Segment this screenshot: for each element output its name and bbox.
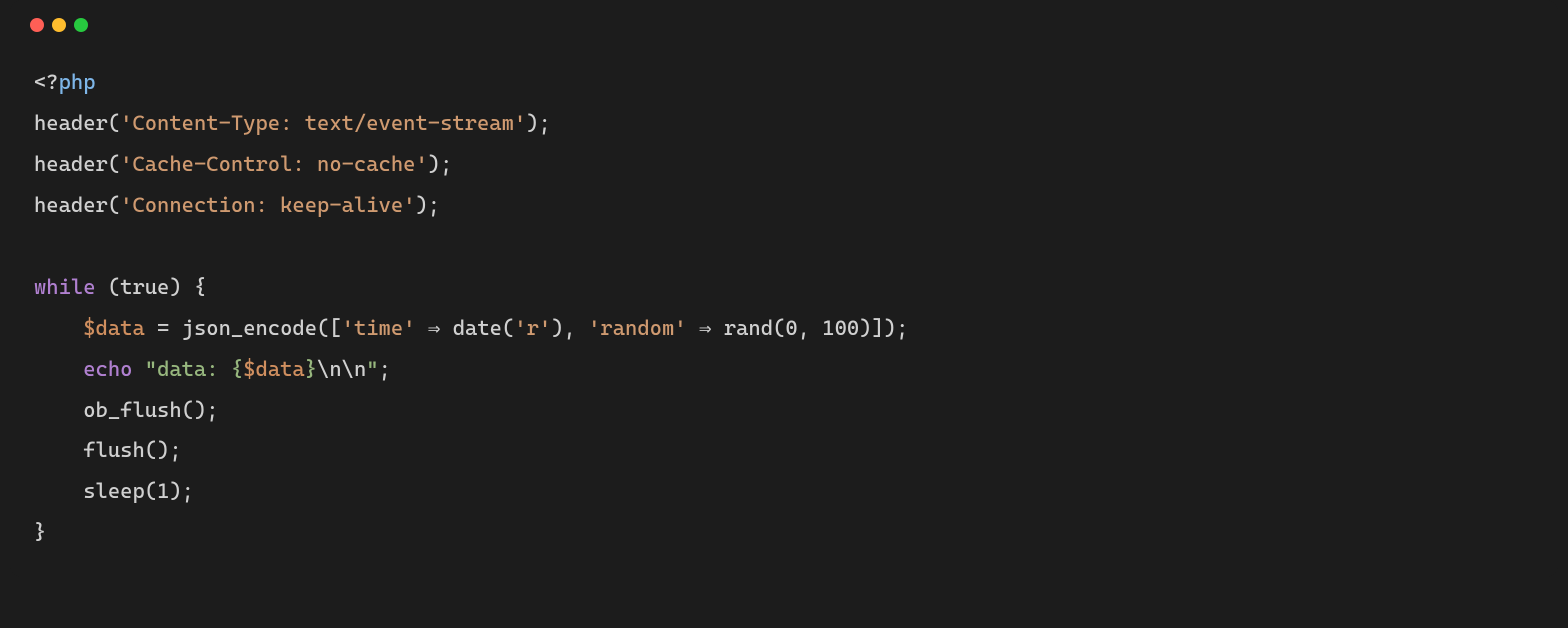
maximize-icon[interactable]: [74, 18, 88, 32]
kw-echo: echo: [83, 357, 132, 381]
array-open: ([: [317, 316, 342, 340]
string-time-key: 'time': [342, 316, 416, 340]
paren-close: ): [859, 316, 871, 340]
php-open-bracket: <?: [34, 70, 59, 94]
stmt-tail: );: [169, 479, 194, 503]
kw-while: while: [34, 275, 96, 299]
string-random-key: 'random': [588, 316, 686, 340]
bool-true: true: [120, 275, 169, 299]
number-hundred: 100: [822, 316, 859, 340]
number-one: 1: [157, 479, 169, 503]
paren-open: (: [773, 316, 785, 340]
paren-open: (: [502, 316, 514, 340]
stmt-ob-flush: ob_flush();: [83, 398, 218, 422]
code-window: <?php header('Content-Type: text/event-s…: [10, 0, 1558, 577]
escape-newlines: \n\n: [317, 357, 366, 381]
string-r: 'r': [514, 316, 551, 340]
comma: ,: [564, 316, 589, 340]
brace-open: {: [194, 275, 206, 299]
assign-eq: =: [145, 316, 182, 340]
arrow-icon: ⇒: [687, 316, 724, 340]
array-close: ]);: [872, 316, 909, 340]
window-titlebar: [10, 0, 1558, 42]
paren-open: (: [145, 479, 157, 503]
paren-open: (: [108, 152, 120, 176]
string-quote: ": [366, 357, 378, 381]
string-connection: 'Connection: keep-alive': [120, 193, 415, 217]
fn-rand: rand: [724, 316, 773, 340]
indent: [34, 438, 83, 462]
var-data-interp: $data: [243, 357, 305, 381]
fn-header: header: [34, 193, 108, 217]
fn-header: header: [34, 111, 108, 135]
paren-close: ): [169, 275, 194, 299]
indent: [34, 479, 83, 503]
code-content: <?php header('Content-Type: text/event-s…: [10, 42, 1558, 577]
brace-close: }: [34, 520, 46, 544]
stmt-tail: );: [526, 111, 551, 135]
indent: [34, 398, 83, 422]
paren-close: ): [551, 316, 563, 340]
indent: [34, 357, 83, 381]
string-data-prefix: data: {: [157, 357, 243, 381]
arrow-icon: ⇒: [415, 316, 452, 340]
indent: [34, 316, 83, 340]
fn-date: date: [453, 316, 502, 340]
semicolon: ;: [379, 357, 391, 381]
stmt-tail: );: [428, 152, 453, 176]
paren-open: (: [108, 111, 120, 135]
string-cache-control: 'Cache-Control: no-cache': [120, 152, 428, 176]
var-data: $data: [83, 316, 145, 340]
minimize-icon[interactable]: [52, 18, 66, 32]
string-quote: ": [145, 357, 157, 381]
comma: ,: [798, 316, 823, 340]
space: [132, 357, 144, 381]
fn-json-encode: json_encode: [182, 316, 317, 340]
string-brace-close: }: [305, 357, 317, 381]
paren-open: (: [96, 275, 121, 299]
fn-header: header: [34, 152, 108, 176]
stmt-tail: );: [415, 193, 440, 217]
php-keyword: php: [59, 70, 96, 94]
string-content-type: 'Content-Type: text/event-stream': [120, 111, 526, 135]
fn-sleep: sleep: [83, 479, 145, 503]
paren-open: (: [108, 193, 120, 217]
stmt-flush: flush();: [83, 438, 181, 462]
number-zero: 0: [785, 316, 797, 340]
close-icon[interactable]: [30, 18, 44, 32]
